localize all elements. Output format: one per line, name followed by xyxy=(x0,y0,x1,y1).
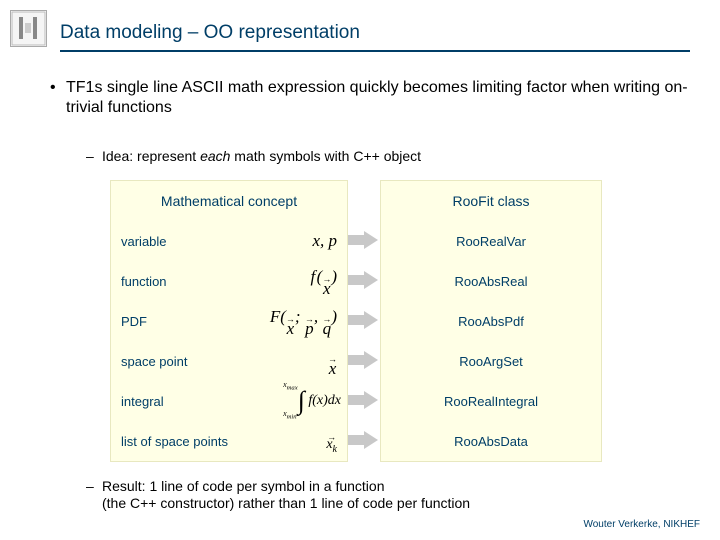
slide-title: Data modeling – OO representation xyxy=(60,22,690,52)
row-label: PDF xyxy=(121,314,147,329)
table-row: RooRealVar xyxy=(381,221,601,261)
idea-text-em: each xyxy=(200,148,230,164)
table-row: list of space points →xk xyxy=(111,421,347,461)
table-header-left: Mathematical concept xyxy=(111,181,347,221)
table-row: variable x, p xyxy=(111,221,347,261)
table-row: integral xmaxxmin ∫ f(x)dx xyxy=(111,381,347,421)
table-row: RooAbsReal xyxy=(381,261,601,301)
arrow-icon xyxy=(348,271,378,289)
table-row: function f (→x) xyxy=(111,261,347,301)
row-math: →xk xyxy=(326,429,337,453)
table-row: RooRealIntegral xyxy=(381,381,601,421)
table-header-right: RooFit class xyxy=(381,181,601,221)
arrow-icon xyxy=(348,311,378,329)
arrow-icon xyxy=(348,231,378,249)
idea-text-suffix: math symbols with C++ object xyxy=(230,148,421,164)
arrow-icon xyxy=(348,391,378,409)
arrow-icon xyxy=(348,431,378,449)
idea-text-prefix: Idea: represent xyxy=(102,148,200,164)
table-row: RooAbsData xyxy=(381,421,601,461)
bullet-main: TF1s single line ASCII math expression q… xyxy=(66,78,690,118)
row-math: →x xyxy=(328,347,337,374)
row-label: space point xyxy=(121,354,188,369)
table-row: RooAbsPdf xyxy=(381,301,601,341)
row-label: function xyxy=(121,274,167,289)
table-row: space point →x xyxy=(111,341,347,381)
bullet-result: Result: 1 line of code per symbol in a f… xyxy=(102,478,690,512)
row-math: f (→x) xyxy=(311,267,338,294)
nikhef-logo-icon xyxy=(10,10,47,47)
row-label: integral xyxy=(121,394,164,409)
row-math: xmaxxmin ∫ f(x)dx xyxy=(283,381,341,422)
row-math: x, p xyxy=(312,231,337,251)
result-line2: (the C++ constructor) rather than 1 line… xyxy=(102,495,470,511)
table-row: RooArgSet xyxy=(381,341,601,381)
row-label: list of space points xyxy=(121,434,228,449)
arrow-icon xyxy=(348,351,378,369)
slide-footer: Wouter Verkerke, NIKHEF xyxy=(583,519,700,530)
table-col-concept: Mathematical concept variable x, p funct… xyxy=(110,180,348,462)
result-line1: Result: 1 line of code per symbol in a f… xyxy=(102,478,385,494)
table-row: PDF F(→x; →p, →q) xyxy=(111,301,347,341)
row-math: F(→x; →p, →q) xyxy=(270,307,337,334)
table-col-class: RooFit class RooRealVar RooAbsReal RooAb… xyxy=(380,180,602,462)
row-label: variable xyxy=(121,234,167,249)
bullet-idea: Idea: represent each math symbols with C… xyxy=(102,148,690,164)
